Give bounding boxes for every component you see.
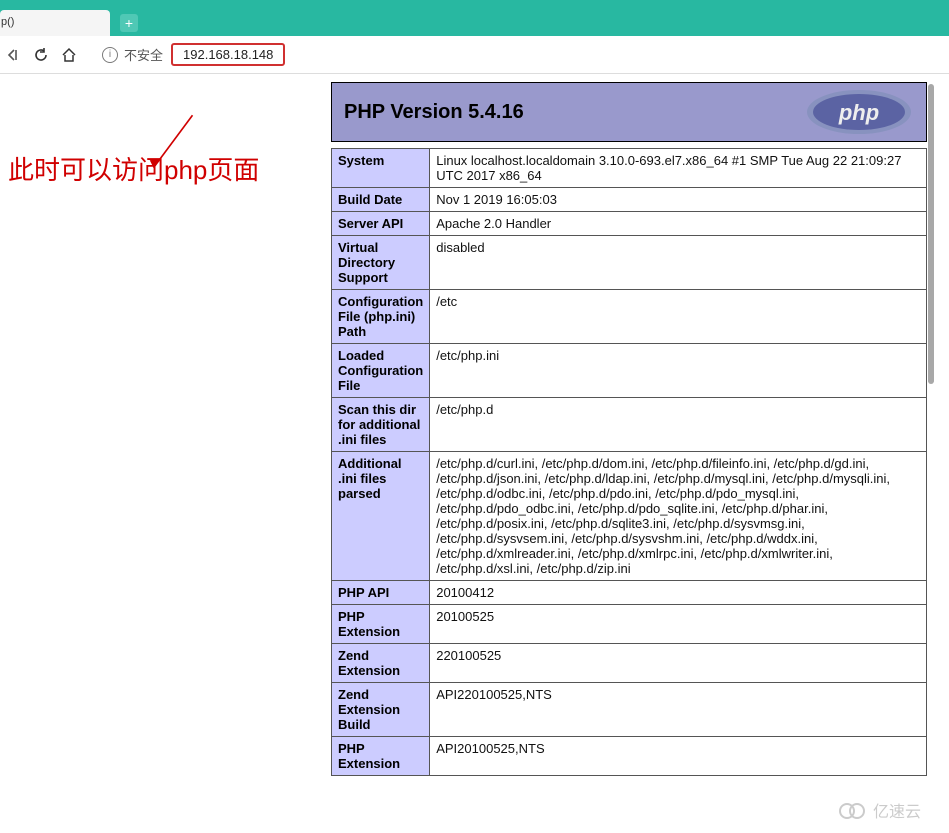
info-value: 220100525 (430, 644, 927, 683)
info-key: System (332, 149, 430, 188)
phpinfo-table: SystemLinux localhost.localdomain 3.10.0… (331, 148, 927, 776)
table-row: PHP Extension20100525 (332, 605, 927, 644)
info-value: Linux localhost.localdomain 3.10.0-693.e… (430, 149, 927, 188)
table-row: Build DateNov 1 2019 16:05:03 (332, 188, 927, 212)
browser-tab[interactable]: p() (0, 10, 110, 36)
info-key: Loaded Configuration File (332, 344, 430, 398)
phpinfo-title: PHP Version 5.4.16 (344, 101, 524, 124)
info-key: Additional .ini files parsed (332, 452, 430, 581)
info-value: Apache 2.0 Handler (430, 212, 927, 236)
info-value: /etc/php.ini (430, 344, 927, 398)
watermark: 亿速云 (833, 796, 943, 829)
address-bar[interactable]: i 不安全 192.168.18.148 (102, 43, 285, 66)
info-key: PHP API (332, 581, 430, 605)
security-label: 不安全 (124, 45, 163, 64)
table-row: SystemLinux localhost.localdomain 3.10.0… (332, 149, 927, 188)
new-tab-button[interactable]: + (120, 14, 138, 32)
watermark-text: 亿速云 (873, 803, 921, 821)
info-value: /etc/php.d (430, 398, 927, 452)
table-row: Configuration File (php.ini) Path/etc (332, 290, 927, 344)
info-value: disabled (430, 236, 927, 290)
url-text[interactable]: 192.168.18.148 (171, 43, 285, 66)
viewport: 此时可以访问php页面 PHP Version 5.4.16 php Syste… (0, 74, 949, 833)
info-icon[interactable]: i (102, 47, 118, 63)
home-icon[interactable] (60, 46, 78, 64)
scrollbar[interactable] (928, 84, 934, 384)
table-row: Zend Extension BuildAPI220100525,NTS (332, 683, 927, 737)
annotation-text: 此时可以访问php页面 (8, 150, 259, 187)
info-key: Server API (332, 212, 430, 236)
phpinfo-header: PHP Version 5.4.16 php (331, 82, 927, 142)
svg-text:php: php (838, 100, 879, 125)
table-row: PHP API20100412 (332, 581, 927, 605)
table-row: Additional .ini files parsed/etc/php.d/c… (332, 452, 927, 581)
table-row: Zend Extension220100525 (332, 644, 927, 683)
info-key: Zend Extension (332, 644, 430, 683)
table-row: PHP ExtensionAPI20100525,NTS (332, 737, 927, 776)
table-row: Virtual Directory Supportdisabled (332, 236, 927, 290)
info-value: 20100525 (430, 605, 927, 644)
info-value: 20100412 (430, 581, 927, 605)
info-key: PHP Extension (332, 737, 430, 776)
info-key: Scan this dir for additional .ini files (332, 398, 430, 452)
php-logo-icon: php (804, 87, 914, 137)
browser-tab-strip: p() + (0, 0, 949, 36)
info-value: API20100525,NTS (430, 737, 927, 776)
table-row: Scan this dir for additional .ini files/… (332, 398, 927, 452)
info-key: Configuration File (php.ini) Path (332, 290, 430, 344)
plus-icon: + (125, 15, 133, 31)
info-value: /etc/php.d/curl.ini, /etc/php.d/dom.ini,… (430, 452, 927, 581)
info-key: Virtual Directory Support (332, 236, 430, 290)
info-key: Zend Extension Build (332, 683, 430, 737)
back-end-icon[interactable] (4, 46, 22, 64)
info-value: Nov 1 2019 16:05:03 (430, 188, 927, 212)
phpinfo-panel: PHP Version 5.4.16 php SystemLinux local… (331, 82, 927, 776)
reload-icon[interactable] (32, 46, 50, 64)
info-value: /etc (430, 290, 927, 344)
browser-tab-label: p() (1, 16, 14, 28)
info-key: Build Date (332, 188, 430, 212)
browser-toolbar: i 不安全 192.168.18.148 (0, 36, 949, 74)
table-row: Server APIApache 2.0 Handler (332, 212, 927, 236)
table-row: Loaded Configuration File/etc/php.ini (332, 344, 927, 398)
info-key: PHP Extension (332, 605, 430, 644)
info-value: API220100525,NTS (430, 683, 927, 737)
